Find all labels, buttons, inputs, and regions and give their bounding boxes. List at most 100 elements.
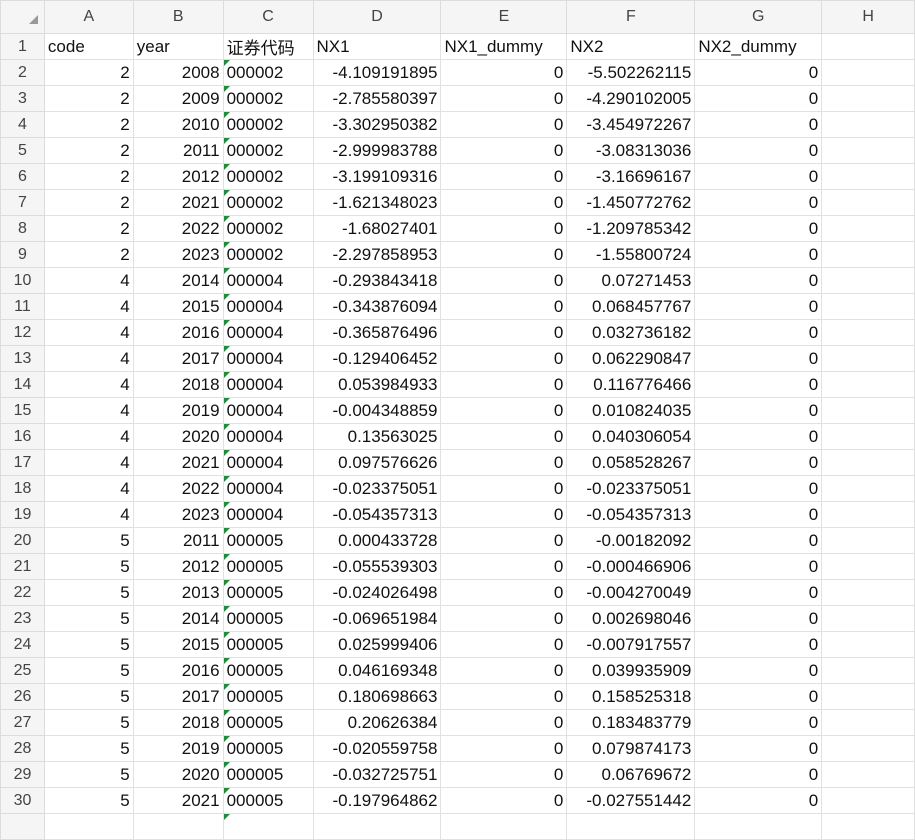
cell-b19[interactable]: 2023 (132, 501, 224, 528)
cell-f14[interactable]: 0.116776466 (566, 371, 696, 398)
cell-e28[interactable]: 0 (440, 735, 568, 762)
row-header[interactable]: 10 (0, 267, 45, 294)
row-header[interactable]: 17 (0, 449, 45, 476)
cell-d2[interactable]: -4.109191895 (312, 59, 442, 86)
cell-c18[interactable]: 000004 (222, 475, 314, 502)
cell-f17[interactable]: 0.058528267 (566, 449, 696, 476)
cell-h23[interactable] (821, 605, 915, 632)
cell-h6[interactable] (821, 163, 915, 190)
cell-a29[interactable]: 5 (43, 761, 134, 788)
cell-b28[interactable]: 2019 (132, 735, 224, 762)
cell-f6[interactable]: -3.16696167 (566, 163, 696, 190)
cell-f4[interactable]: -3.454972267 (566, 111, 696, 138)
cell-d13[interactable]: -0.129406452 (312, 345, 442, 372)
cell-b22[interactable]: 2013 (132, 579, 224, 606)
cell-e7[interactable]: 0 (440, 189, 568, 216)
cell-g13[interactable]: 0 (694, 345, 823, 372)
cell-e25[interactable]: 0 (440, 657, 568, 684)
cell-c20[interactable]: 000005 (222, 527, 314, 554)
cell-c28[interactable]: 000005 (222, 735, 314, 762)
column-header-g[interactable]: G (694, 0, 823, 34)
cell-a9[interactable]: 2 (43, 241, 134, 268)
cell-b25[interactable]: 2016 (132, 657, 224, 684)
cell-f28[interactable]: 0.079874173 (566, 735, 696, 762)
cell-b26[interactable]: 2017 (132, 683, 224, 710)
column-header-h[interactable]: H (821, 0, 915, 34)
cell-h26[interactable] (821, 683, 915, 710)
cell-h10[interactable] (821, 267, 915, 294)
cell-c2[interactable]: 000002 (222, 59, 314, 86)
cell-a25[interactable]: 5 (43, 657, 134, 684)
cell-a21[interactable]: 5 (43, 553, 134, 580)
cell-h5[interactable] (821, 137, 915, 164)
cell-h25[interactable] (821, 657, 915, 684)
cell-a28[interactable]: 5 (43, 735, 134, 762)
cell-e17[interactable]: 0 (440, 449, 568, 476)
cell-b24[interactable]: 2015 (132, 631, 224, 658)
cell-g28[interactable]: 0 (694, 735, 823, 762)
row-header[interactable]: 18 (0, 475, 45, 502)
cell-g19[interactable]: 0 (694, 501, 823, 528)
cell-e8[interactable]: 0 (440, 215, 568, 242)
cell-e13[interactable]: 0 (440, 345, 568, 372)
cell-c12[interactable]: 000004 (222, 319, 314, 346)
column-header-c[interactable]: C (222, 0, 314, 34)
cell-d1[interactable]: NX1 (312, 33, 442, 60)
cell-g3[interactable]: 0 (694, 85, 823, 112)
cell-h30[interactable] (821, 787, 915, 814)
cell-g18[interactable]: 0 (694, 475, 823, 502)
cell-c1[interactable]: 证券代码 (222, 33, 314, 60)
cell-f20[interactable]: -0.00182092 (566, 527, 696, 554)
cell-g30[interactable]: 0 (694, 787, 823, 814)
cell-a5[interactable]: 2 (43, 137, 134, 164)
cell-g7[interactable]: 0 (694, 189, 823, 216)
cell-d20[interactable]: 0.000433728 (312, 527, 442, 554)
cell-d3[interactable]: -2.785580397 (312, 85, 442, 112)
cell-e6[interactable]: 0 (440, 163, 568, 190)
cell-e9[interactable]: 0 (440, 241, 568, 268)
cell-f3[interactable]: -4.290102005 (566, 85, 696, 112)
row-header[interactable]: 6 (0, 163, 45, 190)
cell-f27[interactable]: 0.183483779 (566, 709, 696, 736)
cell-h15[interactable] (821, 397, 915, 424)
row-header[interactable]: 11 (0, 293, 45, 320)
cell-h18[interactable] (821, 475, 915, 502)
cell-f19[interactable]: -0.054357313 (566, 501, 696, 528)
cell[interactable] (694, 813, 823, 840)
cell-c10[interactable]: 000004 (222, 267, 314, 294)
cell-d9[interactable]: -2.297858953 (312, 241, 442, 268)
cell-b14[interactable]: 2018 (132, 371, 224, 398)
cell-a14[interactable]: 4 (43, 371, 134, 398)
cell-e27[interactable]: 0 (440, 709, 568, 736)
cell-a15[interactable]: 4 (43, 397, 134, 424)
cell-c19[interactable]: 000004 (222, 501, 314, 528)
cell-d29[interactable]: -0.032725751 (312, 761, 442, 788)
cell-f11[interactable]: 0.068457767 (566, 293, 696, 320)
cell-d5[interactable]: -2.999983788 (312, 137, 442, 164)
cell-a1[interactable]: code (43, 33, 134, 60)
cell-f18[interactable]: -0.023375051 (566, 475, 696, 502)
row-header[interactable]: 21 (0, 553, 45, 580)
cell-f5[interactable]: -3.08313036 (566, 137, 696, 164)
cell-b5[interactable]: 2011 (132, 137, 224, 164)
cell-c3[interactable]: 000002 (222, 85, 314, 112)
cell-f24[interactable]: -0.007917557 (566, 631, 696, 658)
cell-d21[interactable]: -0.055539303 (312, 553, 442, 580)
cell-b11[interactable]: 2015 (132, 293, 224, 320)
cell[interactable] (132, 813, 224, 840)
cell-g17[interactable]: 0 (694, 449, 823, 476)
cell-c14[interactable]: 000004 (222, 371, 314, 398)
cell-h20[interactable] (821, 527, 915, 554)
cell-g10[interactable]: 0 (694, 267, 823, 294)
cell-c11[interactable]: 000004 (222, 293, 314, 320)
cell-c23[interactable]: 000005 (222, 605, 314, 632)
row-header[interactable]: 16 (0, 423, 45, 450)
cell-d4[interactable]: -3.302950382 (312, 111, 442, 138)
cell-f12[interactable]: 0.032736182 (566, 319, 696, 346)
cell-h16[interactable] (821, 423, 915, 450)
row-header[interactable]: 19 (0, 501, 45, 528)
cell-a13[interactable]: 4 (43, 345, 134, 372)
cell-e18[interactable]: 0 (440, 475, 568, 502)
cell-f16[interactable]: 0.040306054 (566, 423, 696, 450)
cell-e23[interactable]: 0 (440, 605, 568, 632)
